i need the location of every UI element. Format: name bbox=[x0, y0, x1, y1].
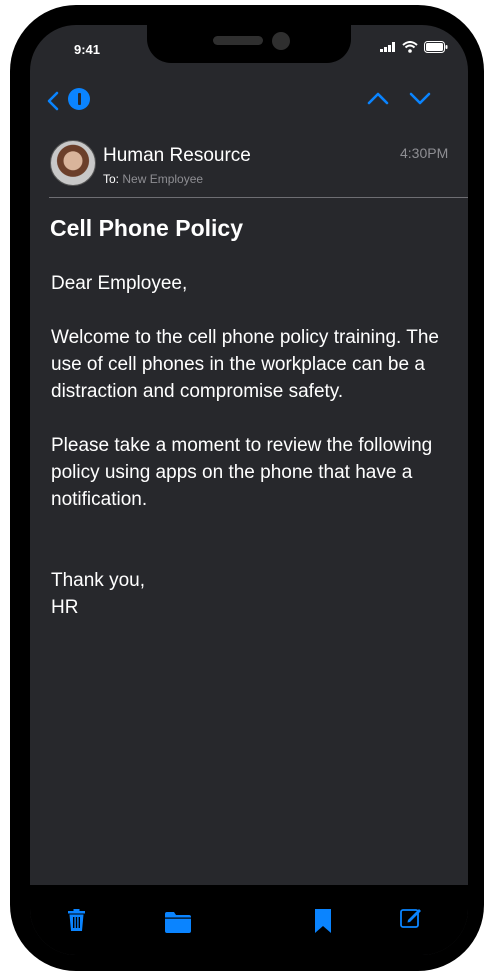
bookmark-icon[interactable] bbox=[314, 909, 332, 933]
chevron-up-icon[interactable] bbox=[367, 91, 389, 105]
signoff: Thank you, bbox=[51, 570, 145, 591]
status-time: 9:41 bbox=[74, 42, 101, 57]
message-subject: Cell Phone Policy bbox=[50, 215, 243, 241]
notch bbox=[147, 25, 351, 63]
greeting: Dear Employee, bbox=[51, 273, 188, 294]
phone-frame: 9:41 Human Resource To: New Employee 4:3… bbox=[10, 5, 484, 971]
signature: HR bbox=[51, 597, 79, 618]
info-icon[interactable] bbox=[68, 88, 90, 110]
compose-icon[interactable] bbox=[400, 907, 422, 929]
message-nav-bar bbox=[30, 81, 468, 117]
trash-icon[interactable] bbox=[68, 909, 85, 931]
recipient-line: To: New Employee bbox=[103, 172, 203, 186]
to-label: To: bbox=[103, 172, 120, 186]
message-time: 4:30PM bbox=[400, 145, 449, 161]
folder-icon[interactable] bbox=[165, 912, 191, 933]
speaker bbox=[213, 36, 263, 45]
body-paragraph-2: Please take a moment to review the follo… bbox=[51, 435, 433, 510]
chevron-down-icon[interactable] bbox=[409, 91, 431, 105]
avatar bbox=[50, 140, 96, 186]
signal-icon bbox=[380, 42, 395, 52]
recipient-name[interactable]: New Employee bbox=[122, 172, 203, 186]
sender-name[interactable]: Human Resource bbox=[103, 145, 251, 167]
battery-icon bbox=[424, 41, 448, 53]
camera bbox=[272, 32, 290, 50]
header-divider bbox=[49, 197, 468, 198]
message-header: Human Resource To: New Employee 4:30PM bbox=[50, 138, 468, 198]
chevron-left-icon[interactable] bbox=[46, 91, 60, 111]
mail-screen: 9:41 Human Resource To: New Employee 4:3… bbox=[30, 25, 468, 955]
status-icons bbox=[380, 41, 448, 53]
message-body: Dear Employee, Welcome to the cell phone… bbox=[51, 270, 446, 621]
wifi-icon bbox=[402, 41, 418, 53]
bottom-toolbar bbox=[30, 885, 468, 955]
body-paragraph-1: Welcome to the cell phone policy trainin… bbox=[51, 327, 439, 402]
